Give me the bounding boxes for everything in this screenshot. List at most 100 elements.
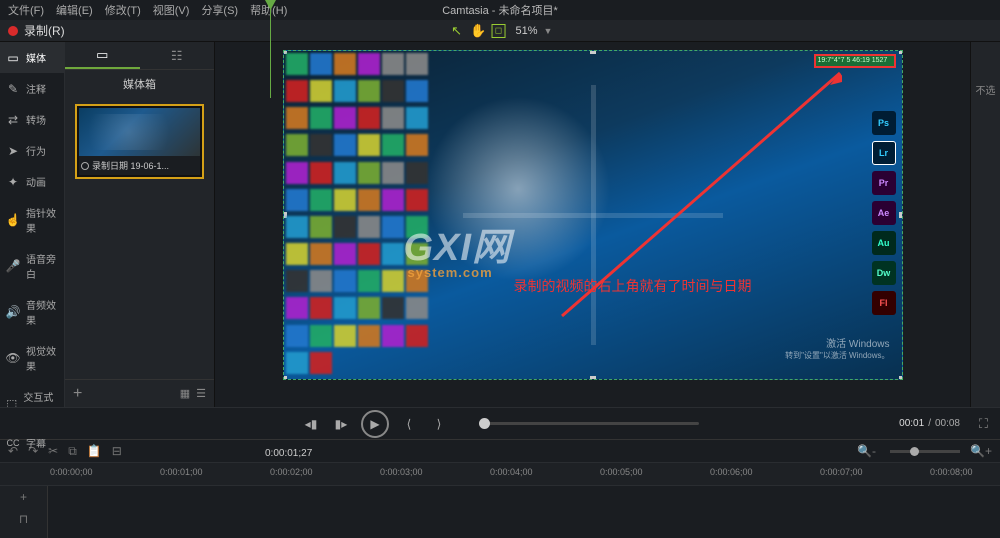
time-sep: / <box>928 418 931 429</box>
grid-view-icon[interactable]: ▦ <box>180 387 190 400</box>
chevron-down-icon[interactable]: ▼ <box>544 26 553 36</box>
app-icon: Au <box>872 231 896 255</box>
windows-logo <box>463 85 723 345</box>
canvas-toolbar: ↖ ✋ ◻ 51% ▼ <box>448 22 553 40</box>
step-back-button[interactable]: ⟨ <box>399 414 419 434</box>
zoom-out-icon[interactable]: 🔍- <box>857 444 876 458</box>
hand-tool-icon[interactable]: ✋ <box>470 22 488 40</box>
total-duration: 00:08 <box>935 418 960 429</box>
sidebar-item-behaviors[interactable]: ➤行为 <box>0 135 64 166</box>
zoom-in-icon[interactable]: 🔍+ <box>970 444 992 458</box>
media-tab-bin[interactable]: ▭ <box>65 42 140 69</box>
timeline-zoom-slider[interactable] <box>890 450 960 453</box>
cursor-tool-icon[interactable]: ↖ <box>448 22 466 40</box>
activate-windows: 激活 Windows 转到"设置"以激活 Windows。 <box>785 335 889 361</box>
magnet-icon[interactable]: ⊓ <box>0 508 47 530</box>
sidebar-item-label: 音频效果 <box>26 297 58 327</box>
step-forward-button[interactable]: ⟩ <box>429 414 449 434</box>
app-icon: Dw <box>872 261 896 285</box>
sidebar-item-label: 行为 <box>26 143 46 158</box>
activate-sub: 转到"设置"以激活 Windows。 <box>785 350 889 361</box>
resize-handle[interactable] <box>590 50 596 54</box>
fullscreen-icon[interactable]: ⛶ <box>979 416 988 432</box>
app-icon: Fl <box>872 291 896 315</box>
add-track-button[interactable]: + <box>0 486 47 508</box>
timeline-toolbar: ↶ ↷ ✂ ⧉ 📋 ⊟ 🔍- 🔍+ <box>0 440 1000 462</box>
redo-button[interactable]: ↷ <box>28 444 38 458</box>
app-title: Camtasia - 未命名项目* <box>442 2 558 18</box>
copy-button[interactable]: ⧉ <box>68 444 77 459</box>
record-button[interactable]: 录制(R) <box>24 22 65 39</box>
sidebar-item-audio-effects[interactable]: 🔊 音频效果 <box>0 289 64 335</box>
playback-time: 00:01 / 00:08 <box>899 418 960 429</box>
resize-handle[interactable] <box>899 376 903 380</box>
slider-knob[interactable] <box>910 447 919 456</box>
desktop-apps-right: Ps Lr Pr Ae Au Dw Fl <box>872 111 896 315</box>
sidebar-item-label: 媒体 <box>26 50 46 65</box>
annotations-icon: ✎ <box>6 82 20 96</box>
activate-title: 激活 Windows <box>785 335 889 350</box>
watermark-main: GXI网 <box>404 227 511 269</box>
sidebar-item-transitions[interactable]: ⇄转场 <box>0 104 64 135</box>
sidebar-item-label: 视觉效果 <box>26 343 58 373</box>
playback-bar: ◂▮ ▮▸ ▶ ⟨ ⟩ 00:01 / 00:08 ⛶ <box>0 407 1000 439</box>
zoom-value[interactable]: 51% <box>516 25 538 37</box>
timeline-playhead[interactable] <box>270 0 271 98</box>
canvas-area: Ps Lr Pr Ae Au Dw Fl 19:7°4°7 5 46:19 15… <box>215 42 970 407</box>
sidebar-item-animations[interactable]: ✦动画 <box>0 166 64 197</box>
menu-file[interactable]: 文件(F) <box>8 2 44 18</box>
resize-handle[interactable] <box>899 212 903 218</box>
prev-frame-button[interactable]: ◂▮ <box>301 414 321 434</box>
app-icon: Lr <box>872 141 896 165</box>
play-button[interactable]: ▶ <box>361 410 389 438</box>
list-view-icon[interactable]: ☰ <box>196 387 206 400</box>
sidebar-item-cursor-effects[interactable]: ☝指针效果 <box>0 197 64 243</box>
sidebar-item-voice[interactable]: 🎤语音旁白 <box>0 243 64 289</box>
voice-icon: 🎤 <box>6 259 20 273</box>
next-frame-button[interactable]: ▮▸ <box>331 414 351 434</box>
menu-bar: 文件(F) 编辑(E) 修改(T) 视图(V) 分享(S) 帮助(H) Camt… <box>0 0 1000 20</box>
resize-handle[interactable] <box>899 50 903 54</box>
properties-panel-collapsed[interactable]: 不选 <box>970 42 1000 407</box>
tick-label: 0:00:05;00 <box>600 467 643 477</box>
track-controls: + ⊓ <box>0 486 48 538</box>
crop-tool-icon[interactable]: ◻ <box>492 24 506 38</box>
audio-effects-icon: 🔊 <box>6 305 20 319</box>
cursor-effects-icon: ☝ <box>6 213 20 227</box>
media-bin-title: 媒体箱 <box>65 70 214 98</box>
menu-edit[interactable]: 编辑(E) <box>56 2 93 18</box>
media-panel: ▭ ☷ 媒体箱 录制日期 19-06-1... + ▦ ☰ <box>65 42 215 407</box>
time-date-overlay: 19:7°4°7 5 46:19 1527 <box>816 56 894 66</box>
media-clip[interactable]: 录制日期 19-06-1... <box>75 104 204 179</box>
slider-knob[interactable] <box>479 418 490 429</box>
sidebar-item-label: 注释 <box>26 81 46 96</box>
menu-modify[interactable]: 修改(T) <box>105 2 141 18</box>
cut-button[interactable]: ✂ <box>48 444 58 458</box>
record-icon <box>8 26 18 36</box>
sidebar-item-visual-effects[interactable]: 👁 视觉效果 <box>0 335 64 381</box>
media-clip-thumbnail <box>79 108 200 156</box>
media-tab-library[interactable]: ☷ <box>140 42 215 69</box>
sidebar: ▭媒体 ✎ 注释 ⇄转场 ➤行为 ✦动画 ☝指针效果 🎤语音旁白 🔊 音频效果 👁 视… <box>0 42 65 407</box>
add-media-button[interactable]: + <box>73 385 82 403</box>
resize-handle[interactable] <box>590 376 596 380</box>
playhead-time: 0:00:01;27 <box>265 448 312 459</box>
menu-share[interactable]: 分享(S) <box>201 2 238 18</box>
timeline-ruler[interactable]: 0:00:01;27 0:00:00;00 0:00:01;00 0:00:02… <box>0 462 1000 486</box>
tick-label: 0:00:01;00 <box>160 467 203 477</box>
menu-view[interactable]: 视图(V) <box>153 2 190 18</box>
tick-label: 0:00:04;00 <box>490 467 533 477</box>
visual-effects-icon: 👁 <box>6 351 20 365</box>
split-button[interactable]: ⊟ <box>112 444 122 458</box>
annotation-text: 录制的视频的右上角就有了时间与日期 <box>514 276 752 296</box>
timeline-tracks[interactable]: + ⊓ <box>0 486 1000 538</box>
canvas-clip[interactable]: Ps Lr Pr Ae Au Dw Fl 19:7°4°7 5 46:19 15… <box>283 50 903 380</box>
sidebar-item-label: 动画 <box>26 174 46 189</box>
sidebar-item-annotations[interactable]: ✎ 注释 <box>0 73 64 104</box>
sidebar-item-media[interactable]: ▭媒体 <box>0 42 64 73</box>
paste-button[interactable]: 📋 <box>87 444 102 458</box>
volume-slider[interactable] <box>479 422 699 425</box>
undo-button[interactable]: ↶ <box>8 444 18 458</box>
tick-label: 0:00:06;00 <box>710 467 753 477</box>
app-icon: Pr <box>872 171 896 195</box>
